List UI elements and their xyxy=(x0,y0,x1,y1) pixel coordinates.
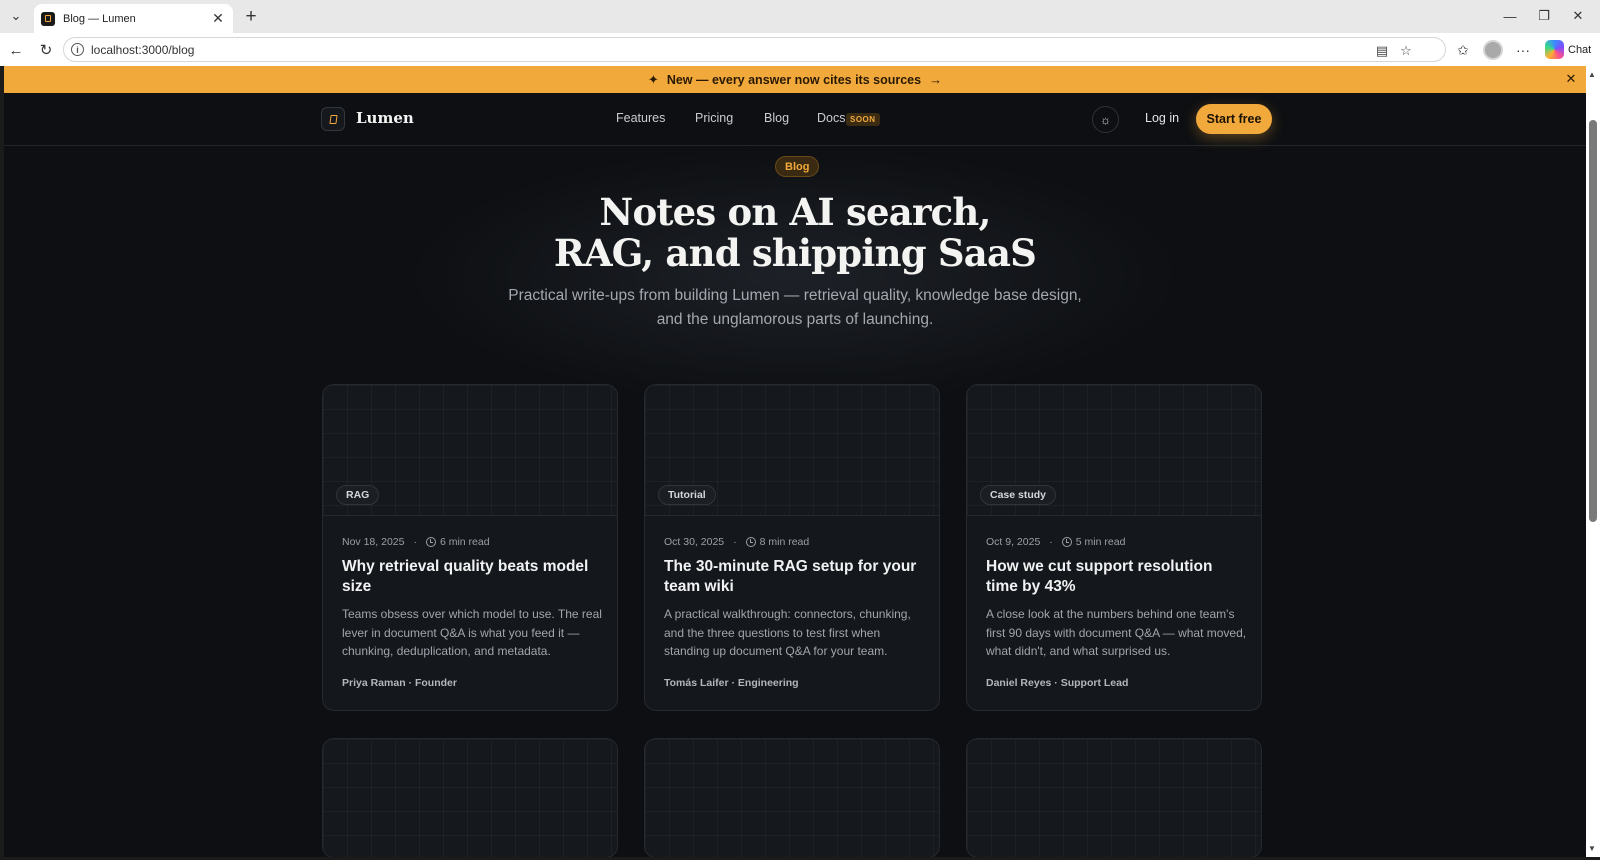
reader-mode-icon[interactable]: ▤ xyxy=(1373,42,1391,60)
post-card[interactable]: Tutorial Oct 30, 2025 · 8 min read The 3… xyxy=(644,384,940,711)
window-close-icon[interactable]: ✕ xyxy=(1565,5,1591,27)
tab-title: Blog — Lumen xyxy=(63,12,136,25)
scroll-down-arrow-icon[interactable]: ▼ xyxy=(1588,844,1596,853)
title-line-2: RAG, and shipping SaaS xyxy=(553,231,1037,275)
start-free-button[interactable]: Start free xyxy=(1196,104,1272,134)
clock-icon xyxy=(425,537,436,547)
minimize-icon[interactable]: — xyxy=(1497,5,1523,27)
card-meta: Oct 9, 2025 · 5 min read xyxy=(986,536,1126,548)
card-author: Priya Raman · Founder xyxy=(342,677,457,689)
announcement-text[interactable]: New — every answer now cites its sources xyxy=(667,73,921,87)
favicon-icon xyxy=(41,11,55,26)
card-read-time: 8 min read xyxy=(759,536,810,548)
card-tag: Case study xyxy=(980,485,1057,505)
card-excerpt: A close look at the numbers behind one t… xyxy=(986,607,1247,658)
reload-icon[interactable]: ↻ xyxy=(35,39,57,61)
login-link[interactable]: Log in xyxy=(1145,111,1179,125)
back-arrow-icon[interactable]: ← xyxy=(5,39,27,61)
nav-docs[interactable]: Docs xyxy=(817,111,845,125)
card-title[interactable]: The 30-minute RAG setup for your team wi… xyxy=(664,557,926,597)
card-tag: Tutorial xyxy=(658,485,716,505)
announcement-bar[interactable]: ✦ New — every answer now cites its sourc… xyxy=(4,66,1586,93)
browser-toolbar: ← ↻ i localhost:3000/blog ▤ ☆ ✩ ··· xyxy=(0,33,1600,66)
clock-icon xyxy=(1061,537,1072,547)
card-date: Oct 9, 2025 xyxy=(986,536,1041,548)
chat-label[interactable]: Chat xyxy=(1568,44,1591,56)
restore-icon[interactable]: ❐ xyxy=(1531,5,1557,27)
card-thumbnail xyxy=(645,739,939,857)
copilot-icon[interactable] xyxy=(1545,40,1564,59)
site-header: Lumen Features Pricing Blog Docs SOON ☼ … xyxy=(4,93,1586,146)
card-author: Daniel Reyes · Support Lead xyxy=(986,677,1129,689)
brand-name[interactable]: Lumen xyxy=(356,109,414,127)
card-excerpt: A practical walkthrough: connectors, chu… xyxy=(664,607,911,658)
nav-features[interactable]: Features xyxy=(616,111,665,125)
theme-toggle-sun-icon[interactable]: ☼ xyxy=(1092,106,1119,133)
favorite-star-icon[interactable]: ☆ xyxy=(1397,42,1415,60)
page-viewport: ✦ New — every answer now cites its sourc… xyxy=(4,66,1586,857)
more-menu-icon[interactable]: ··· xyxy=(1512,39,1534,61)
site-info-icon[interactable]: i xyxy=(71,43,84,56)
new-tab-plus-icon[interactable]: + xyxy=(240,6,262,28)
clock-icon xyxy=(745,537,756,547)
card-read-time: 5 min read xyxy=(1075,536,1126,548)
card-excerpt: Teams obsess over which model to use. Th… xyxy=(342,607,602,658)
browser-tabstrip: ⌄ Blog — Lumen ✕ + — ❐ ✕ xyxy=(0,0,1600,33)
card-meta: Oct 30, 2025 · 8 min read xyxy=(664,536,810,548)
logo-icon[interactable] xyxy=(321,107,345,131)
scroll-up-arrow-icon[interactable]: ▲ xyxy=(1588,70,1596,79)
title-line-1: Notes on AI search, xyxy=(599,190,991,234)
profile-avatar-icon[interactable] xyxy=(1483,40,1503,60)
hero-glow xyxy=(404,146,1184,406)
tab-close-icon[interactable]: ✕ xyxy=(209,10,227,28)
card-title[interactable]: Why retrieval quality beats model size xyxy=(342,557,604,597)
post-card[interactable] xyxy=(966,738,1262,857)
card-date: Oct 30, 2025 xyxy=(664,536,725,548)
card-thumbnail xyxy=(323,739,617,857)
page-title: Notes on AI search, RAG, and shipping Sa… xyxy=(395,192,1195,274)
post-card[interactable]: RAG Nov 18, 2025 · 6 min read Why retrie… xyxy=(322,384,618,711)
card-tag: RAG xyxy=(336,485,380,505)
card-read-time: 6 min read xyxy=(439,536,490,548)
page-subtitle: Practical write-ups from building Lumen … xyxy=(508,287,1082,328)
card-thumbnail xyxy=(967,739,1261,857)
card-meta: Nov 18, 2025 · 6 min read xyxy=(342,536,490,548)
arrow-right-icon: → xyxy=(929,72,943,87)
browser-tab[interactable]: Blog — Lumen ✕ xyxy=(34,4,233,33)
sparkle-icon: ✦ xyxy=(647,71,659,87)
nav-pricing[interactable]: Pricing xyxy=(695,111,733,125)
card-date: Nov 18, 2025 xyxy=(342,536,405,548)
docs-soon-badge: SOON xyxy=(846,113,880,126)
scrollbar-thumb[interactable] xyxy=(1589,120,1597,522)
post-card[interactable]: Case study Oct 9, 2025 · 5 min read How … xyxy=(966,384,1262,711)
card-title[interactable]: How we cut support resolution time by 43… xyxy=(986,557,1248,597)
post-card[interactable] xyxy=(322,738,618,857)
blog-pill: Blog xyxy=(775,156,820,177)
url-text[interactable]: localhost:3000/blog xyxy=(91,43,194,57)
favorites-list-icon[interactable]: ✩ xyxy=(1452,39,1474,61)
announcement-close-icon[interactable]: ✕ xyxy=(1563,71,1579,87)
address-bar[interactable]: i localhost:3000/blog ▤ ☆ xyxy=(63,37,1446,62)
tab-list-chevron-icon[interactable]: ⌄ xyxy=(5,5,27,27)
post-card[interactable] xyxy=(644,738,940,857)
card-author: Tomás Laifer · Engineering xyxy=(664,677,799,689)
nav-blog[interactable]: Blog xyxy=(764,111,789,125)
